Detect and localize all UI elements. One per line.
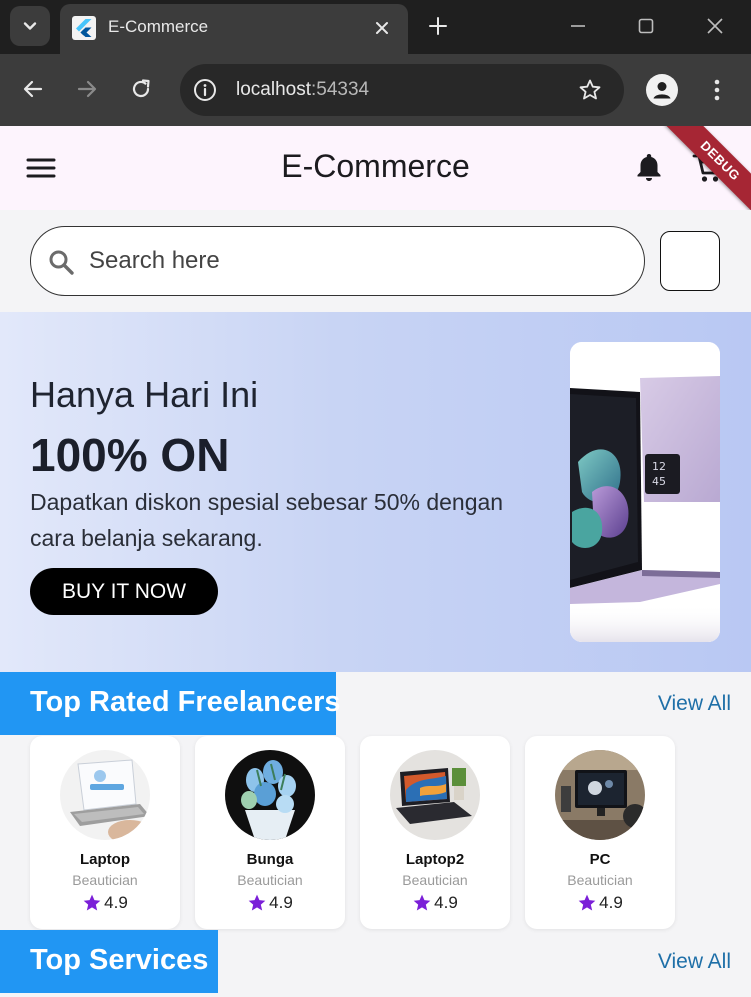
view-all-link[interactable]: View All — [658, 950, 731, 974]
maximize-icon — [638, 18, 654, 34]
buy-it-now-button[interactable]: BUY IT NOW — [30, 568, 218, 615]
section-title: Top Rated Freelancers — [30, 686, 341, 718]
browser-tab[interactable]: E-Commerce — [60, 4, 408, 54]
laptop-photo — [390, 750, 480, 840]
browser-menu-button[interactable] — [702, 74, 732, 106]
rating-value: 4.9 — [434, 893, 458, 912]
rating: 4.9 — [30, 893, 180, 913]
browser-tabstrip: E-Commerce — [0, 0, 751, 54]
arrow-right-icon — [77, 80, 97, 98]
app-bar: E-Commerce DEBUG — [0, 126, 751, 210]
rating-value: 4.9 — [599, 893, 623, 912]
rating: 4.9 — [195, 893, 345, 913]
address-bar[interactable]: localhost:54334 — [180, 64, 624, 116]
view-all-link[interactable]: View All — [658, 692, 731, 716]
tab-title: E-Commerce — [108, 17, 209, 36]
freelancer-card[interactable]: Laptop Beautician 4.9 — [30, 736, 180, 929]
freelancer-name: Bunga — [246, 851, 294, 868]
bell-icon — [637, 154, 661, 181]
reload-button[interactable] — [124, 72, 158, 106]
minimize-icon — [571, 25, 585, 27]
notifications-button[interactable] — [632, 150, 666, 184]
avatar — [60, 750, 150, 840]
avatar — [225, 750, 315, 840]
search-area — [0, 210, 751, 312]
product-image[interactable]: 12 45 — [570, 342, 720, 642]
banner-description: Dapatkan diskon spesial sebesar 50% deng… — [30, 489, 504, 551]
arrow-left-icon — [23, 80, 43, 98]
rating-value: 4.9 — [269, 893, 293, 912]
new-tab-button[interactable] — [424, 12, 452, 40]
pc-photo — [555, 750, 645, 840]
chevron-down-icon — [23, 22, 37, 30]
freelancer-role: Beautician — [72, 872, 138, 888]
search-bar[interactable] — [30, 226, 645, 296]
forward-button[interactable] — [70, 72, 104, 106]
url-host: localhost — [236, 79, 311, 100]
flutter-icon — [72, 16, 96, 40]
close-icon[interactable] — [370, 16, 394, 40]
rating: 4.9 — [360, 893, 510, 913]
url-port: :54334 — [311, 79, 370, 100]
close-icon — [707, 18, 723, 34]
freelancer-name: Laptop — [80, 851, 130, 868]
back-button[interactable] — [16, 72, 50, 106]
star-icon — [413, 894, 431, 911]
star-icon — [83, 894, 101, 911]
section-header-top-rated: Top Rated Freelancers — [0, 672, 341, 735]
window-close-button[interactable] — [701, 12, 729, 40]
freelancer-role: Beautician — [567, 872, 633, 888]
banner-headline: 100% ON — [30, 429, 230, 481]
star-icon — [578, 894, 596, 911]
tab-search-button[interactable] — [10, 6, 50, 46]
svg-text:45: 45 — [652, 475, 666, 488]
search-icon — [49, 250, 74, 275]
filter-button[interactable] — [660, 231, 720, 291]
promo-banner: Hanya Hari Ini 100% ON Dapatkan diskon s… — [0, 312, 751, 672]
profile-icon[interactable] — [646, 74, 678, 106]
banner-eyebrow: Hanya Hari Ini — [30, 374, 259, 415]
maximize-button[interactable] — [632, 12, 660, 40]
section-header-top-services: Top Services — [0, 930, 218, 993]
rating: 4.9 — [525, 893, 675, 913]
more-vertical-icon — [714, 79, 720, 101]
reload-icon — [132, 79, 150, 98]
freelancer-name: Laptop2 — [405, 851, 465, 868]
freelancer-role: Beautician — [402, 872, 468, 888]
plus-icon — [429, 17, 447, 35]
browser-toolbar: localhost:54334 — [0, 54, 751, 126]
freelancer-role: Beautician — [237, 872, 303, 888]
svg-text:12: 12 — [652, 460, 666, 473]
minimize-button[interactable] — [564, 12, 592, 40]
url-text: localhost:54334 — [236, 79, 369, 101]
avatar — [555, 750, 645, 840]
bookmark-star-icon[interactable] — [576, 76, 604, 104]
rating-value: 4.9 — [104, 893, 128, 912]
section-title: Top Services — [30, 944, 209, 976]
flower-bouquet-photo — [225, 750, 315, 840]
site-info-icon[interactable] — [192, 77, 218, 103]
freelancer-card[interactable]: Bunga Beautician 4.9 — [195, 736, 345, 929]
freelancer-name: PC — [589, 851, 611, 868]
freelancer-card[interactable]: Laptop2 Beautician 4.9 — [360, 736, 510, 929]
laptop-photo — [60, 750, 150, 840]
foldable-phone-image: 12 45 — [570, 342, 720, 642]
avatar — [390, 750, 480, 840]
freelancer-card[interactable]: PC Beautician 4.9 — [525, 736, 675, 929]
search-input[interactable] — [89, 243, 609, 279]
star-icon — [248, 894, 266, 911]
